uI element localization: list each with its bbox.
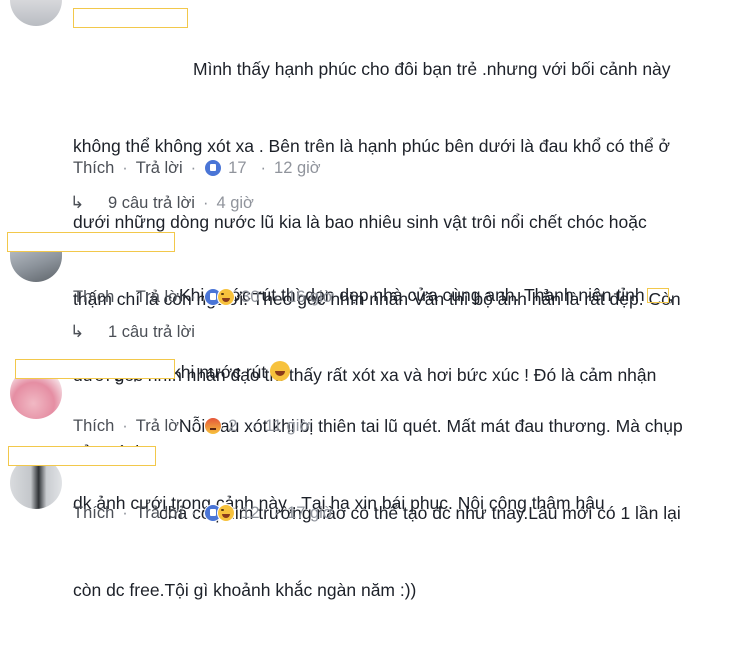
angry-reaction-icon <box>204 417 223 435</box>
reaction-summary[interactable]: 17 <box>204 158 247 178</box>
separator-dot: · <box>122 416 128 435</box>
view-replies[interactable]: ↳ 1 câu trả lời <box>70 321 195 343</box>
separator-dot: · <box>273 287 280 306</box>
separator-dot: · <box>122 503 128 522</box>
like-link[interactable]: Thích <box>73 159 114 178</box>
reaction-count: 12 <box>241 503 260 522</box>
separator-dot: · <box>260 158 267 177</box>
haha-reaction-icon <box>217 504 236 522</box>
separator-dot: · <box>122 158 128 177</box>
reaction-count: 17 <box>228 158 247 177</box>
separator-dot: · <box>273 503 280 522</box>
separator-dot: · <box>251 416 257 435</box>
view-replies[interactable]: ↳ 9 câu trả lời · 4 giờ <box>70 192 254 214</box>
comment-time[interactable]: 16 giờ <box>287 288 334 307</box>
comment-actions: Thích · Trả lời · 30 · 16 giờ <box>73 285 334 309</box>
reaction-count: 2 <box>228 416 238 435</box>
reply-arrow-icon: ↳ <box>70 193 85 212</box>
like-reaction-icon <box>204 159 223 177</box>
reaction-summary[interactable]: 30 <box>204 287 260 307</box>
reaction-summary[interactable]: 2 <box>204 417 237 436</box>
separator-dot: · <box>122 287 128 306</box>
comment-line: Mình thấy hạnh phúc cho đôi bạn trẻ .như… <box>193 59 671 79</box>
separator-dot: · <box>190 416 197 435</box>
comment-actions: Thích · Trả lời · 17 · 12 giờ <box>73 156 321 180</box>
comment-actions: Thích · Trả lời · 2 · 11 giờ <box>73 414 310 438</box>
replies-count-link[interactable]: 1 câu trả lời <box>108 323 195 342</box>
avatar[interactable] <box>10 248 62 282</box>
replies-count-link[interactable]: 9 câu trả lời <box>108 194 195 213</box>
comment-punct: , <box>668 285 674 305</box>
separator-dot: · <box>190 158 197 177</box>
separator-dot: · <box>190 287 197 306</box>
like-link[interactable]: Thích <box>73 417 114 436</box>
comment-time[interactable]: 17 giờ <box>287 504 334 523</box>
reply-link[interactable]: Trả lời <box>136 159 183 178</box>
reply-link[interactable]: Trả lời <box>136 417 183 436</box>
comment-time[interactable]: 11 giờ <box>265 417 310 436</box>
reply-link[interactable]: Trả lời <box>136 504 183 523</box>
like-link[interactable]: Thích <box>73 288 114 307</box>
reaction-summary[interactable]: 12 <box>204 503 260 523</box>
like-link[interactable]: Thích <box>73 504 114 523</box>
reply-arrow-icon: ↳ <box>70 322 85 341</box>
avatar[interactable] <box>10 0 62 26</box>
separator-dot: · <box>190 503 197 522</box>
separator-dot: · <box>202 193 209 212</box>
reply-link[interactable]: Trả lời <box>136 288 183 307</box>
reaction-count: 30 <box>241 287 260 306</box>
comment-line: còn dc free.Tội gì khoảnh khắc ngàn năm … <box>73 579 417 600</box>
replies-time: 4 giờ <box>216 193 254 212</box>
redacted-mention[interactable] <box>646 288 669 303</box>
comment-time[interactable]: 12 giờ <box>274 159 321 178</box>
haha-reaction-icon <box>217 288 236 306</box>
comment-actions: Thích · Trả lời · 12 · 17 giờ <box>73 501 334 525</box>
comment-text: chả có phim trường nào có thể tạo đc như… <box>73 450 681 654</box>
